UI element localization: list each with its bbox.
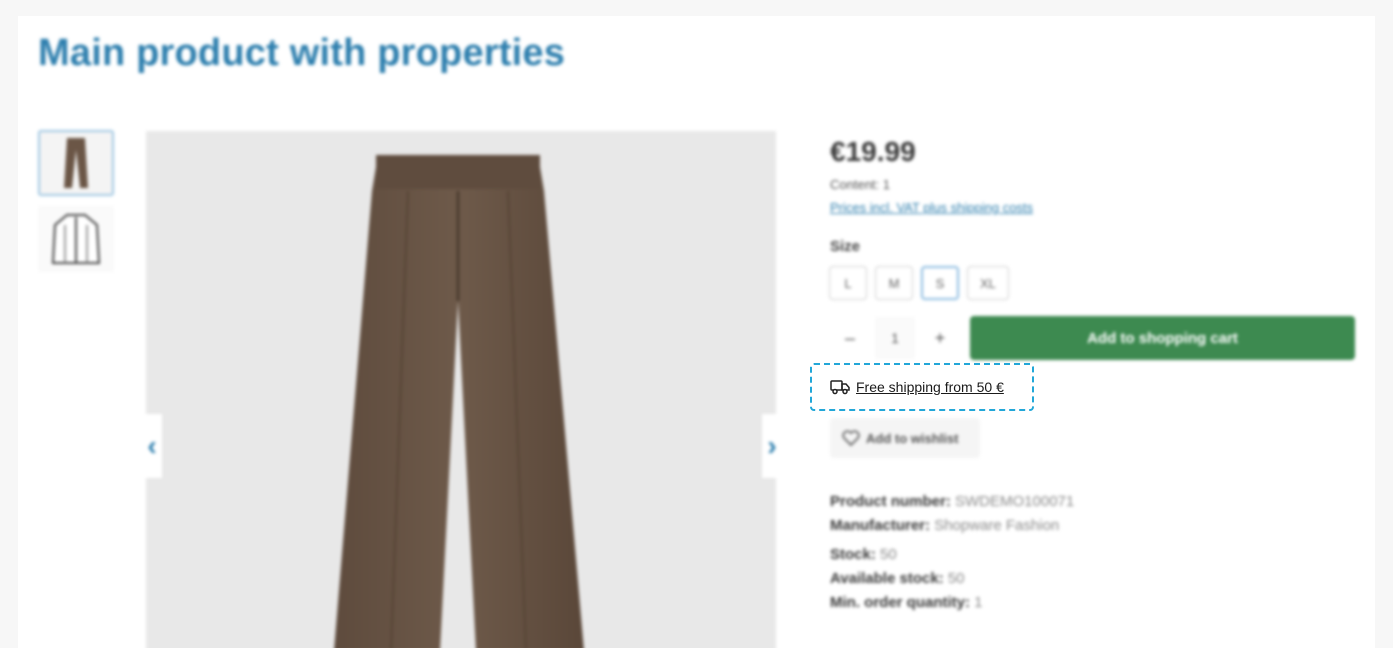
gallery-next-button[interactable]: › (762, 414, 782, 478)
product-price: €19.99 (830, 136, 916, 167)
product-details: Product number: SWDEMO100071 Manufacture… (830, 490, 1074, 615)
heart-icon (842, 430, 860, 446)
stock-row: Stock: 50 (830, 543, 1074, 567)
jacket-thumbnail-icon (51, 214, 101, 264)
wishlist-label: Add to wishlist (866, 430, 959, 446)
free-shipping-link[interactable]: Free shipping from 50 € (856, 379, 1004, 395)
truck-icon (830, 380, 850, 395)
free-shipping-notice[interactable]: Free shipping from 50 € (810, 363, 1034, 411)
size-option-m[interactable]: M (875, 266, 913, 300)
available-stock-row: Available stock: 50 (830, 567, 1074, 591)
main-product-image[interactable] (146, 131, 776, 648)
add-to-cart-button[interactable]: Add to shopping cart (970, 316, 1355, 360)
available-stock-label: Available stock: (830, 570, 944, 587)
size-option-l[interactable]: L (829, 266, 867, 300)
product-content: Content: 1 (830, 177, 890, 192)
thumbnail-trousers[interactable] (38, 130, 114, 196)
thumbnail-jacket[interactable] (38, 206, 114, 272)
min-order-label: Min. order quantity: (830, 594, 970, 611)
chevron-right-icon: › (767, 430, 777, 461)
size-option-xl[interactable]: XL (967, 266, 1009, 300)
shipping-costs-link[interactable]: Prices incl. VAT plus shipping costs (830, 200, 1033, 215)
manufacturer-row: Manufacturer: Shopware Fashion (830, 514, 1074, 538)
quantity-decrease-button[interactable]: – (830, 328, 870, 349)
size-label: Size (830, 238, 861, 255)
min-order-row: Min. order quantity: 1 (830, 591, 1074, 615)
manufacturer-value[interactable]: Shopware Fashion (934, 517, 1059, 534)
page-title: Main product with properties (38, 32, 566, 74)
manufacturer-label: Manufacturer: (830, 517, 931, 534)
quantity-input[interactable]: 1 (875, 317, 915, 359)
stock-value: 50 (880, 546, 897, 563)
add-to-wishlist-button[interactable]: Add to wishlist (830, 418, 980, 458)
size-option-s[interactable]: S (921, 266, 959, 300)
gallery-prev-button[interactable]: ‹ (142, 414, 162, 478)
available-stock-value: 50 (947, 570, 965, 587)
quantity-stepper: – 1 + (830, 317, 960, 359)
trousers-thumbnail-icon (64, 138, 88, 188)
stock-label: Stock: (830, 546, 876, 563)
quantity-increase-button[interactable]: + (920, 328, 960, 349)
chevron-left-icon: ‹ (147, 430, 157, 461)
size-options: L M S XL (829, 266, 1009, 300)
product-number-value: SWDEMO100071 (955, 493, 1075, 510)
product-number-row: Product number: SWDEMO100071 (830, 490, 1074, 514)
trousers-product-icon (334, 155, 584, 648)
product-number-label: Product number: (830, 493, 951, 510)
min-order-value: 1 (974, 594, 983, 611)
